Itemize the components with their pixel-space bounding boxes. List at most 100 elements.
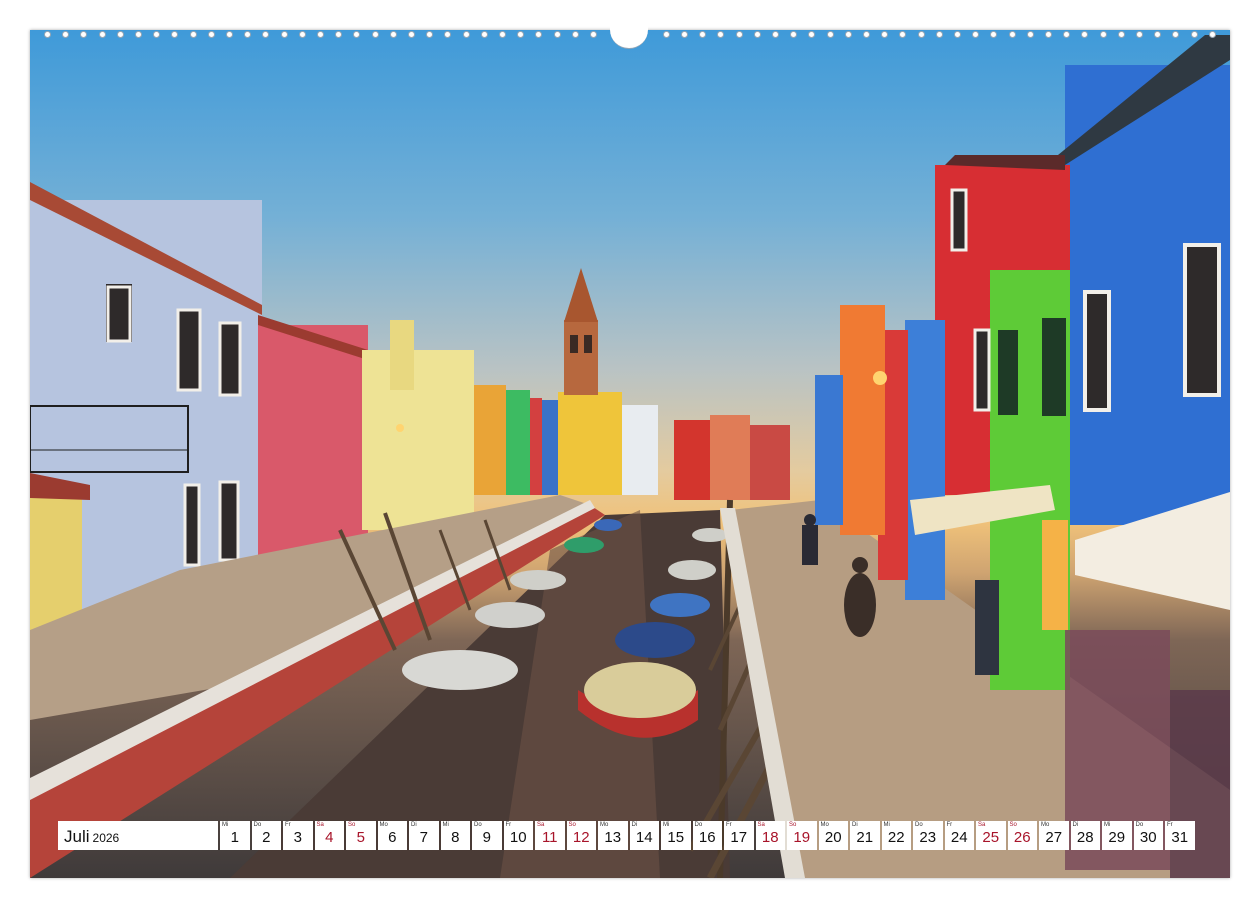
day-number: 31 bbox=[1171, 829, 1189, 846]
burano-canal-scene bbox=[30, 35, 1230, 878]
binding-hole bbox=[317, 31, 324, 38]
weekday-abbr: Do bbox=[915, 822, 923, 828]
day-cell: Sa 4 bbox=[314, 821, 344, 850]
day-number: 1 bbox=[230, 829, 239, 846]
day-cell: Mi 8 bbox=[440, 821, 470, 850]
month-label: Juli 2026 bbox=[58, 821, 218, 850]
weekday-abbr: Di bbox=[852, 822, 858, 828]
binding-hole bbox=[226, 31, 233, 38]
day-cell: Di 14 bbox=[629, 821, 659, 850]
weekday-abbr: Fr bbox=[946, 822, 953, 828]
binding-hole bbox=[1099, 31, 1107, 38]
month-name: Juli bbox=[64, 827, 90, 846]
day-cell: Do 23 bbox=[913, 821, 943, 850]
weekday-abbr: Do bbox=[1135, 822, 1144, 828]
day-number: 18 bbox=[761, 829, 779, 846]
day-number: 24 bbox=[950, 829, 968, 846]
day-cell: Sa 25 bbox=[976, 821, 1006, 850]
day-cell: Sa 18 bbox=[755, 821, 785, 850]
weekday-abbr: So bbox=[1009, 822, 1017, 828]
weekday-abbr: Mo bbox=[600, 822, 609, 828]
day-number: 9 bbox=[482, 829, 491, 846]
day-cell: Fr 24 bbox=[944, 821, 974, 850]
day-cell: Mi 1 bbox=[220, 821, 250, 850]
weekday-abbr: So bbox=[789, 822, 797, 828]
weekday-abbr: Di bbox=[631, 822, 638, 828]
weekday-abbr: Mo bbox=[820, 822, 829, 828]
year: 2026 bbox=[92, 831, 120, 845]
weekday-abbr: Fr bbox=[285, 822, 291, 828]
binding-hole bbox=[935, 31, 943, 38]
binding-hole bbox=[735, 31, 743, 38]
binding-hole bbox=[1008, 31, 1016, 38]
weekday-abbr: Fr bbox=[726, 822, 732, 828]
binding-hole bbox=[207, 31, 215, 38]
binding-hole bbox=[954, 31, 961, 38]
day-cell: Fr 31 bbox=[1165, 821, 1195, 850]
binding-hole bbox=[371, 31, 379, 38]
day-cell: Mi 15 bbox=[661, 821, 691, 850]
day-cell: Di 21 bbox=[850, 821, 880, 850]
day-number: 6 bbox=[388, 829, 397, 846]
day-cell: Di 7 bbox=[409, 821, 439, 850]
day-cells: Mi 1 Do 2 Fr 3 Sa 4 So 5 Mo 6 Di 7 Mi 8 Do 9 Fr 10 Sa 11 So 12 M… bbox=[220, 821, 1195, 850]
day-number: 21 bbox=[856, 829, 874, 846]
day-cell: Do 2 bbox=[251, 821, 281, 850]
binding-hole bbox=[863, 31, 870, 38]
weekday-abbr: Fr bbox=[1167, 822, 1173, 828]
binding-hole bbox=[98, 31, 106, 38]
binding-hole bbox=[571, 31, 579, 38]
binding-hole bbox=[389, 31, 397, 38]
day-cell: Mo 20 bbox=[818, 821, 848, 850]
day-cell: Do 9 bbox=[472, 821, 502, 850]
day-number: 14 bbox=[635, 829, 653, 846]
weekday-abbr: Sa bbox=[316, 822, 324, 828]
binding-hole bbox=[590, 31, 597, 38]
calendar-strip: Juli 2026 Mi 1 Do 2 Fr 3 Sa 4 So 5 Mo 6 Di 7 Mi 8 Do 9 Fr 10… bbox=[58, 821, 1195, 850]
weekday-abbr: Mi bbox=[663, 822, 670, 828]
binding-hole bbox=[681, 31, 688, 38]
weekday-abbr: Mi bbox=[1104, 822, 1111, 828]
weekday-abbr: Di bbox=[411, 822, 417, 828]
day-cell: Mi 29 bbox=[1102, 821, 1132, 850]
day-number: 22 bbox=[887, 829, 905, 846]
day-cell: So 5 bbox=[346, 821, 376, 850]
binding-hole bbox=[280, 31, 288, 38]
day-number: 12 bbox=[572, 829, 590, 846]
day-number: 2 bbox=[262, 829, 271, 846]
day-number: 27 bbox=[1045, 829, 1063, 846]
day-number: 8 bbox=[451, 829, 460, 846]
day-number: 25 bbox=[982, 829, 1000, 846]
weekday-abbr: So bbox=[348, 822, 356, 828]
weekday-abbr: Mi bbox=[222, 822, 229, 828]
weekday-abbr: Sa bbox=[978, 822, 986, 828]
binding-hole bbox=[662, 31, 670, 38]
binding-hole bbox=[1208, 31, 1216, 38]
weekday-abbr: Sa bbox=[537, 822, 545, 828]
calendar-photo bbox=[30, 30, 1230, 878]
day-number: 15 bbox=[667, 829, 685, 846]
day-number: 10 bbox=[509, 829, 527, 846]
day-cell: Mo 27 bbox=[1039, 821, 1069, 850]
binding-hole bbox=[499, 31, 506, 38]
binding-hole bbox=[189, 31, 197, 38]
day-number: 5 bbox=[356, 829, 365, 846]
day-cell: Do 30 bbox=[1133, 821, 1163, 850]
weekday-abbr: So bbox=[568, 822, 576, 828]
day-cell: Fr 17 bbox=[724, 821, 754, 850]
day-cell: Mo 6 bbox=[377, 821, 407, 850]
day-number: 7 bbox=[419, 829, 428, 846]
weekday-abbr: Sa bbox=[757, 822, 765, 828]
day-number: 23 bbox=[919, 829, 937, 846]
day-number: 30 bbox=[1139, 829, 1157, 846]
day-cell: Di 28 bbox=[1070, 821, 1100, 850]
day-cell: So 26 bbox=[1007, 821, 1037, 850]
weekday-abbr: Mi bbox=[442, 822, 449, 828]
binding-hole bbox=[844, 31, 852, 38]
binding-hole bbox=[408, 31, 415, 38]
binding-hole bbox=[116, 31, 124, 38]
binding-hole bbox=[772, 31, 779, 38]
day-number: 16 bbox=[698, 829, 716, 846]
day-cell: Sa 11 bbox=[535, 821, 565, 850]
binding-hole bbox=[753, 31, 761, 38]
